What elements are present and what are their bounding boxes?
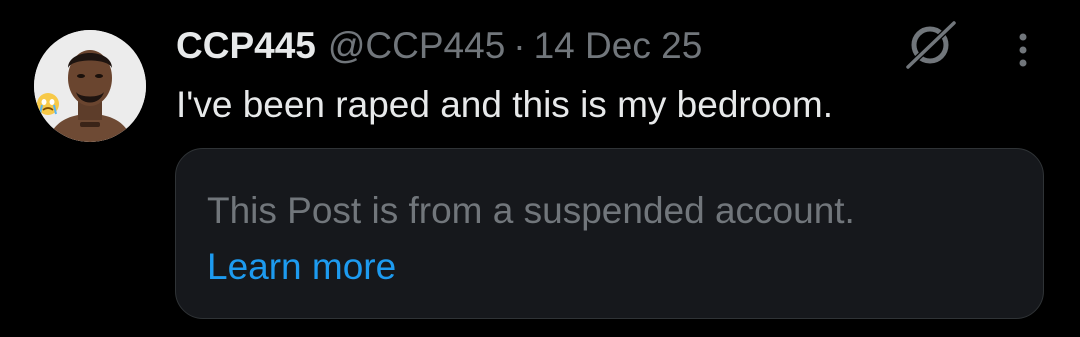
- more-options-icon[interactable]: [1010, 30, 1036, 70]
- grok-icon-graphic: [905, 20, 957, 70]
- separator-dot: ·: [513, 25, 526, 66]
- post-header: CCP445 @CCP445 · 14 Dec 25: [176, 22, 702, 70]
- more-options-dots: [1019, 33, 1027, 67]
- post-date[interactable]: 14 Dec 25: [534, 22, 703, 70]
- grok-icon[interactable]: [902, 20, 958, 70]
- learn-more-link[interactable]: Learn more: [207, 241, 396, 293]
- post-text: I've been raped and this is my bedroom.: [176, 84, 833, 125]
- post[interactable]: CCP445 @CCP445 · 14 Dec 25 I've been rap…: [0, 0, 1080, 337]
- avatar-photo: [34, 30, 146, 142]
- avatar[interactable]: [34, 30, 146, 142]
- user-handle[interactable]: @CCP445: [328, 22, 505, 70]
- display-name[interactable]: CCP445: [176, 22, 316, 70]
- suspended-account-notice: This Post is from a suspended account. L…: [175, 148, 1044, 319]
- suspended-notice-text: This Post is from a suspended account.: [207, 190, 855, 231]
